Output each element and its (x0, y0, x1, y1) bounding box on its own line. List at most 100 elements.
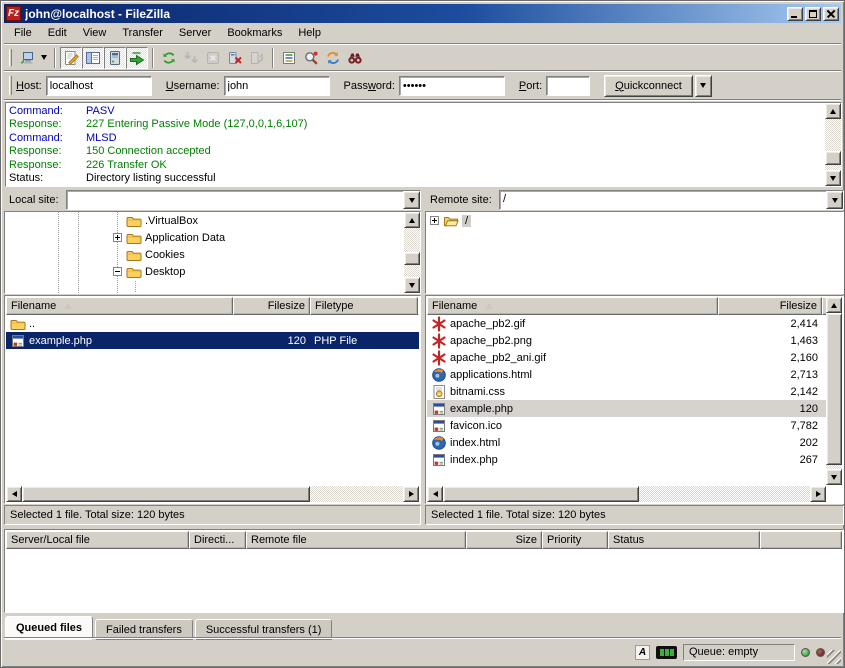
refresh-button[interactable] (158, 47, 180, 69)
expand-icon[interactable] (113, 233, 122, 242)
quickconnect-dropdown-button[interactable] (695, 75, 712, 97)
message-log[interactable]: Command:PASVResponse:227 Entering Passiv… (5, 102, 842, 187)
log-line-text: 227 Entering Passive Mode (127,0,0,1,6,1… (86, 118, 307, 131)
file-row[interactable]: bitnami.css2,142 (427, 383, 826, 400)
remote-path-combobox[interactable]: / (499, 190, 844, 210)
local-tree-scrollbar[interactable] (404, 212, 420, 293)
menu-item-transfer[interactable]: Transfer (114, 25, 171, 42)
scroll-left-button[interactable] (6, 486, 22, 502)
file-row[interactable]: applications.html2,713 (427, 366, 826, 383)
close-button[interactable] (823, 7, 839, 21)
compare-directories-button[interactable] (300, 47, 322, 69)
file-row[interactable]: favicon.ico7,782 (427, 417, 826, 434)
quickconnect-grip[interactable] (9, 76, 12, 95)
queue-column-header-remote-file[interactable]: Remote file (246, 531, 466, 549)
host-input[interactable] (46, 76, 152, 96)
disconnect-button[interactable] (224, 47, 246, 69)
column-header-l[interactable]: L (418, 297, 419, 315)
toggle-local-tree-button[interactable] (82, 47, 104, 69)
queue-column-header-status[interactable]: Status (608, 531, 760, 549)
file-row[interactable]: apache_pb2.png1,463 (427, 332, 826, 349)
scroll-up-button[interactable] (826, 297, 842, 313)
remote-directory-tree[interactable]: / (425, 211, 844, 294)
queue-column-header-size[interactable]: Size (466, 531, 542, 549)
menu-item-bookmarks[interactable]: Bookmarks (219, 25, 290, 42)
log-scrollbar[interactable] (825, 103, 841, 186)
scroll-thumb[interactable] (404, 252, 420, 265)
column-header-filename[interactable]: Filename (427, 297, 718, 315)
password-input[interactable] (399, 76, 505, 96)
site-manager-dropdown-button[interactable] (38, 47, 50, 69)
menu-item-view[interactable]: View (75, 25, 115, 42)
process-queue-button[interactable] (180, 47, 202, 69)
file-list-hscrollbar[interactable] (6, 486, 419, 502)
local-file-list[interactable]: FilenameFilesizeFiletypeL..example.php12… (4, 295, 421, 504)
tree-item-cookies[interactable]: Cookies (5, 246, 420, 263)
resize-grip[interactable] (827, 650, 841, 664)
reconnect-button[interactable] (246, 47, 268, 69)
remote-file-list[interactable]: FilenameFilesizeapache_pb2.gif2,414apach… (425, 295, 844, 504)
local-path-dropdown-button[interactable] (403, 191, 420, 209)
cancel-operation-button[interactable] (202, 47, 224, 69)
toggle-transfer-queue-button[interactable] (126, 47, 148, 69)
tree-item-root[interactable]: / (426, 212, 843, 229)
scroll-thumb[interactable] (443, 486, 639, 502)
local-path-combobox[interactable] (66, 190, 421, 210)
quickconnect-button[interactable]: Quickconnect (604, 75, 693, 97)
file-row[interactable]: index.php267 (427, 451, 826, 468)
scroll-thumb[interactable] (825, 151, 841, 165)
remote-path-value[interactable]: / (500, 191, 826, 209)
file-list-vscrollbar[interactable] (826, 297, 842, 485)
tree-item-desktop[interactable]: Desktop (5, 263, 420, 280)
scroll-thumb[interactable] (22, 486, 310, 502)
scroll-down-button[interactable] (825, 170, 841, 186)
file-row[interactable]: apache_pb2_ani.gif2,160 (427, 349, 826, 366)
tree-item-application-data[interactable]: Application Data (5, 229, 420, 246)
column-header-filesize[interactable]: Filesize (718, 297, 822, 315)
column-header-filesize[interactable]: Filesize (233, 297, 310, 315)
file-row[interactable]: index.html202 (427, 434, 826, 451)
menu-item-server[interactable]: Server (171, 25, 219, 42)
scroll-up-button[interactable] (825, 103, 841, 119)
minimize-button[interactable] (787, 7, 803, 21)
minimize-icon (791, 16, 797, 18)
queue-column-header-directi-[interactable]: Directi... (189, 531, 246, 549)
scroll-thumb[interactable] (826, 313, 842, 465)
remote-path-dropdown-button[interactable] (826, 191, 843, 209)
site-manager-button[interactable] (16, 47, 38, 69)
local-directory-tree[interactable]: .VirtualBoxApplication DataCookiesDeskto… (4, 211, 421, 294)
local-path-value[interactable] (67, 191, 403, 209)
queue-column-header-server-local-file[interactable]: Server/Local file (6, 531, 189, 549)
filezilla-app-icon[interactable]: Fz (6, 6, 21, 21)
file-row[interactable]: .. (6, 315, 419, 332)
column-header-filename[interactable]: Filename (6, 297, 233, 315)
menu-item-help[interactable]: Help (290, 25, 329, 42)
column-header-filetype[interactable]: Filetype (310, 297, 418, 315)
scroll-left-button[interactable] (427, 486, 443, 502)
file-row[interactable]: apache_pb2.gif2,414 (427, 315, 826, 332)
port-input[interactable] (546, 76, 590, 96)
queue-column-header-priority[interactable]: Priority (542, 531, 608, 549)
find-files-button[interactable] (344, 47, 366, 69)
tree-item--virtualbox[interactable]: .VirtualBox (5, 212, 420, 229)
transfer-queue[interactable]: Server/Local fileDirecti...Remote fileSi… (4, 529, 844, 613)
toggle-message-log-button[interactable] (60, 47, 82, 69)
scroll-down-button[interactable] (404, 277, 420, 293)
maximize-button[interactable] (805, 7, 821, 21)
scroll-down-button[interactable] (826, 469, 842, 485)
menu-item-edit[interactable]: Edit (40, 25, 75, 42)
file-list-hscrollbar[interactable] (427, 486, 826, 502)
toggle-remote-tree-button[interactable] (104, 47, 126, 69)
toolbar-grip[interactable] (9, 49, 12, 66)
scroll-right-button[interactable] (810, 486, 826, 502)
collapse-icon[interactable] (113, 267, 122, 276)
scroll-up-button[interactable] (404, 212, 420, 228)
file-row[interactable]: example.php120 (427, 400, 826, 417)
synchronized-browsing-button[interactable] (322, 47, 344, 69)
directory-filters-button[interactable] (278, 47, 300, 69)
username-input[interactable] (224, 76, 330, 96)
file-row[interactable]: example.php120PHP File1 (6, 332, 419, 349)
scroll-right-button[interactable] (403, 486, 419, 502)
menu-item-file[interactable]: File (6, 25, 40, 42)
expand-icon[interactable] (430, 216, 439, 225)
